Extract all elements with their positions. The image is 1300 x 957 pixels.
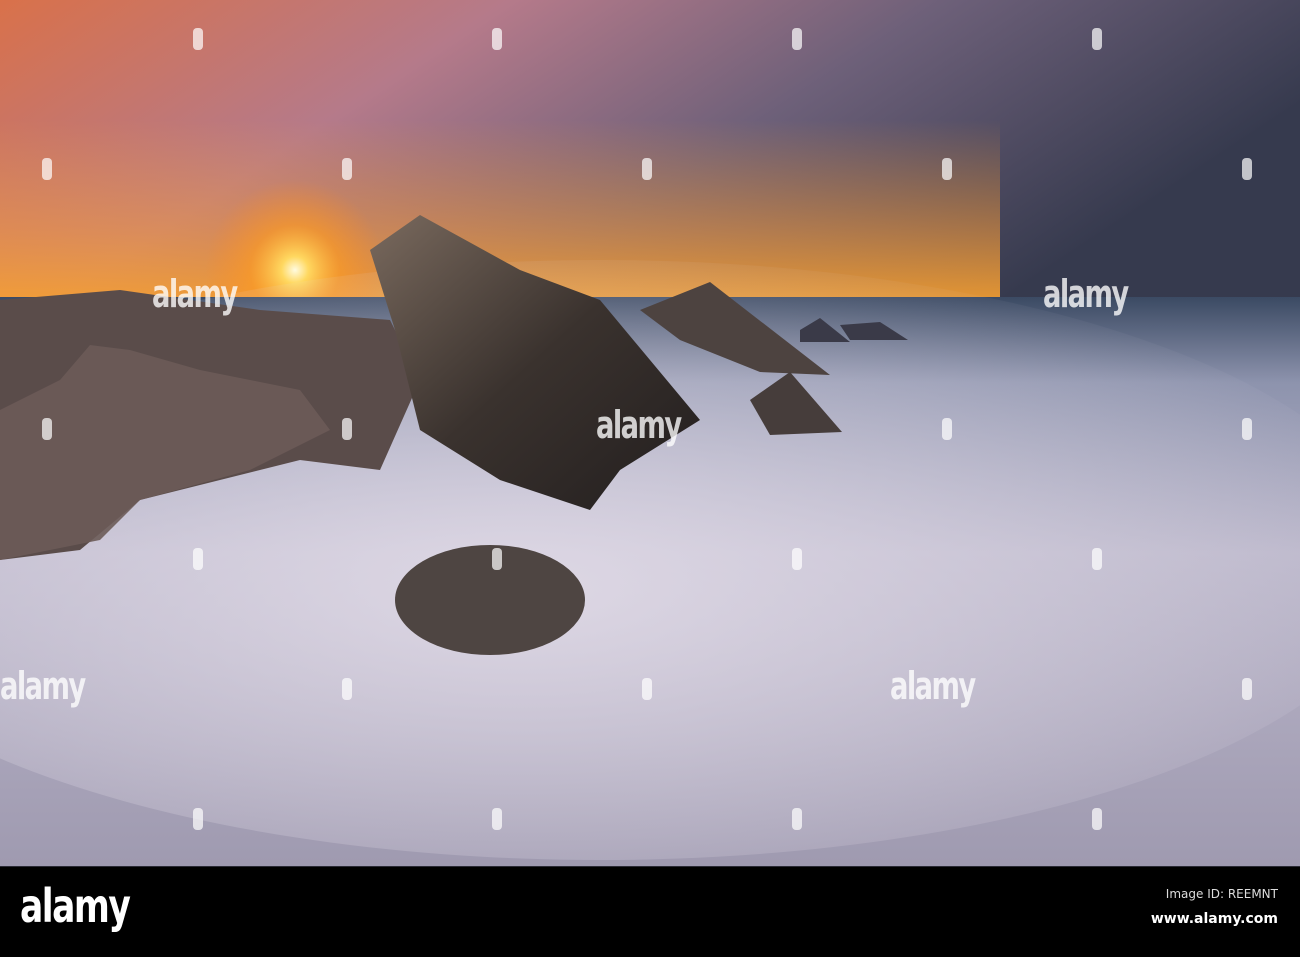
footer-bar: alamy Image ID: REEMNT www.alamy.com xyxy=(0,866,1300,957)
watermark: alamy xyxy=(890,664,976,708)
watermark-icon xyxy=(792,808,802,830)
watermark-icon xyxy=(492,28,502,50)
watermark-icon xyxy=(342,158,352,180)
watermark-icon xyxy=(792,548,802,570)
watermark-icon xyxy=(42,418,52,440)
watermark-icon xyxy=(642,678,652,700)
watermark-icon xyxy=(942,158,952,180)
watermark-icon xyxy=(492,808,502,830)
watermark-icon xyxy=(1242,418,1252,440)
watermark-icon xyxy=(1242,158,1252,180)
watermark-icon xyxy=(1092,548,1102,570)
watermark-icon xyxy=(193,548,203,570)
watermark-icon xyxy=(1242,678,1252,700)
watermark-icon xyxy=(193,808,203,830)
watermark-icon xyxy=(1092,808,1102,830)
watermark-icon xyxy=(792,28,802,50)
watermark-icon xyxy=(492,548,502,570)
watermark: alamy xyxy=(0,664,86,708)
watermark-icon xyxy=(342,418,352,440)
watermark: alamy xyxy=(596,403,682,447)
watermark-icon xyxy=(342,678,352,700)
watermark-icon xyxy=(1092,28,1102,50)
boulder-foreground xyxy=(395,545,585,655)
watermark-icon xyxy=(642,158,652,180)
watermark-icon xyxy=(942,418,952,440)
watermark-icon xyxy=(42,158,52,180)
watermark-icon xyxy=(193,28,203,50)
alamy-logo: alamy xyxy=(20,879,131,933)
watermark: alamy xyxy=(1043,272,1129,316)
site-url: www.alamy.com xyxy=(1150,911,1278,927)
image-id: Image ID: REEMNT xyxy=(1165,887,1278,901)
watermark: alamy xyxy=(152,272,238,316)
